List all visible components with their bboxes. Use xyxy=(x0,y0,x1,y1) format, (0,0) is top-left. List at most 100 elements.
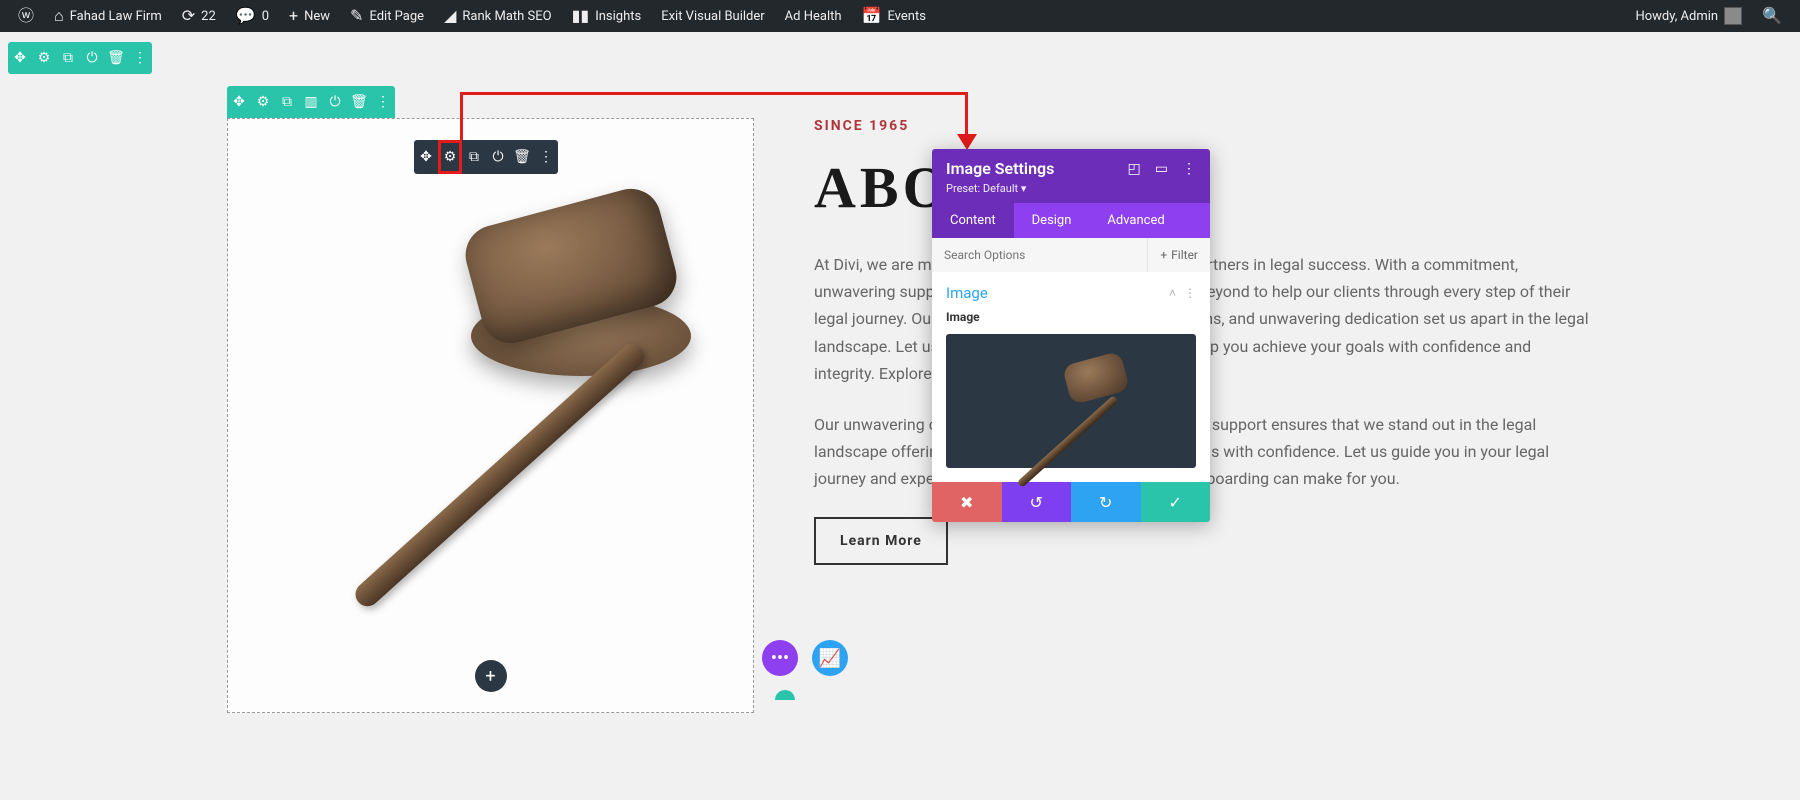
thumb-gavel-handle xyxy=(1017,395,1119,488)
new-label: New xyxy=(304,9,330,24)
options-search-input[interactable] xyxy=(932,238,1147,272)
builder-menu-fab[interactable]: ••• xyxy=(762,640,798,676)
row-duplicate-button[interactable]: ⧉ xyxy=(275,86,299,118)
add-module-button[interactable]: + xyxy=(475,660,507,692)
rank-math-menu[interactable]: ◢Rank Math SEO xyxy=(434,0,562,32)
edit-page-menu[interactable]: ✎Edit Page xyxy=(340,0,434,32)
layers-fab[interactable]: 📈 xyxy=(812,640,848,676)
gear-icon: ⚙ xyxy=(257,94,270,110)
section-toolbar: ✥ ⚙ ⧉ ⏻ 🗑 ⋮ xyxy=(8,42,152,74)
wordpress-icon: ⓦ xyxy=(18,8,34,24)
module-duplicate-button[interactable]: ⧉ xyxy=(462,140,486,174)
plus-icon: + xyxy=(289,8,298,24)
page-content: + SINCE 1965 ABOUT At Divi, we are more … xyxy=(227,86,1589,713)
section-more-button[interactable]: ⋮ xyxy=(128,42,152,74)
exit-visual-builder[interactable]: Exit Visual Builder xyxy=(651,0,774,32)
image-field-label: Image xyxy=(932,310,1210,324)
insights-menu[interactable]: ▮▮Insights xyxy=(562,0,652,32)
account-menu[interactable]: Howdy, Admin xyxy=(1625,0,1752,32)
annotation-arrow xyxy=(462,92,968,95)
module-power-button[interactable]: ⏻ xyxy=(486,140,510,174)
new-menu[interactable]: + New xyxy=(279,0,340,32)
more-icon: ⋮ xyxy=(539,149,553,165)
calendar-icon: 📅 xyxy=(862,8,882,24)
learn-more-button[interactable]: Learn More xyxy=(814,517,948,565)
panel-save-button[interactable]: ✓ xyxy=(1141,482,1211,522)
events-label: Events xyxy=(887,9,925,24)
updates-menu[interactable]: ⟳22 xyxy=(172,0,226,32)
plus-icon: + xyxy=(1160,248,1167,262)
row-power-button[interactable]: ⏻ xyxy=(323,86,347,118)
row-settings-button[interactable]: ⚙ xyxy=(251,86,275,118)
trash-icon: 🗑 xyxy=(513,149,531,165)
row-more-button[interactable]: ⋮ xyxy=(371,86,395,118)
image-section-header[interactable]: Image ˄ ⋮ xyxy=(932,272,1210,310)
module-settings-button[interactable]: ⚙ xyxy=(438,140,462,174)
image-section-label: Image xyxy=(946,284,988,302)
panel-tabs: Content Design Advanced xyxy=(932,203,1210,238)
ad-health-menu[interactable]: Ad Health xyxy=(775,0,852,32)
duplicate-icon: ⧉ xyxy=(63,50,73,66)
section-settings-button[interactable]: ⚙ xyxy=(32,42,56,74)
tab-design[interactable]: Design xyxy=(1014,203,1090,238)
undo-icon: ↺ xyxy=(1030,493,1043,512)
panel-snap-button[interactable]: ▭ xyxy=(1155,161,1168,177)
options-filter-button[interactable]: +Filter xyxy=(1147,238,1210,272)
admin-bar-right: Howdy, Admin 🔍 xyxy=(1625,0,1792,32)
panel-cancel-button[interactable]: ✖ xyxy=(932,482,1002,522)
search-toggle[interactable]: 🔍 xyxy=(1752,0,1792,32)
section-power-button[interactable]: ⏻ xyxy=(80,42,104,74)
module-move-handle[interactable]: ✥ xyxy=(414,140,438,174)
preset-label: Preset: Default xyxy=(946,182,1018,195)
duplicate-icon: ⧉ xyxy=(282,94,292,110)
preset-selector[interactable]: Preset: Default ▾ xyxy=(946,182,1196,195)
site-name-menu[interactable]: ⌂Fahad Law Firm xyxy=(44,0,172,32)
section-move-handle[interactable]: ✥ xyxy=(8,42,32,74)
wp-logo[interactable]: ⓦ xyxy=(8,0,44,32)
more-icon: ⋮ xyxy=(133,50,147,66)
panel-title: Image Settings xyxy=(946,159,1054,178)
redo-icon: ↻ xyxy=(1099,493,1112,512)
section-duplicate-button[interactable]: ⧉ xyxy=(56,42,80,74)
move-icon: ✥ xyxy=(420,149,432,165)
chart-icon: 📈 xyxy=(819,648,841,669)
power-icon: ⏻ xyxy=(492,149,503,165)
dots-icon: ••• xyxy=(771,648,789,669)
admin-bar-left: ⓦ ⌂Fahad Law Firm ⟳22 💬0 + New ✎Edit Page… xyxy=(8,0,936,32)
image-upload-preview[interactable] xyxy=(946,334,1196,468)
tab-advanced[interactable]: Advanced xyxy=(1089,203,1182,238)
pencil-icon: ✎ xyxy=(350,8,363,24)
annotation-arrow xyxy=(965,92,968,138)
comments-menu[interactable]: 💬0 xyxy=(226,0,279,32)
row-move-handle[interactable]: ✥ xyxy=(227,86,251,118)
panel-redo-button[interactable]: ↻ xyxy=(1071,482,1141,522)
thumb-gavel-head xyxy=(1062,351,1130,405)
ad-health-label: Ad Health xyxy=(785,9,842,24)
section-collapse-toggle[interactable]: ˄ xyxy=(1169,286,1176,300)
drag-icon: ▭ xyxy=(1155,161,1168,177)
panel-header[interactable]: Image Settings ◰ ▭ ⋮ Preset: Default ▾ xyxy=(932,149,1210,203)
image-settings-panel: Image Settings ◰ ▭ ⋮ Preset: Default ▾ C… xyxy=(932,149,1210,522)
row-columns-button[interactable]: ▥ xyxy=(299,86,323,118)
search-icon: 🔍 xyxy=(1762,8,1782,24)
options-search-row: +Filter xyxy=(932,238,1210,272)
gavel-image xyxy=(251,146,731,686)
section-more-button[interactable]: ⋮ xyxy=(1184,286,1196,300)
wp-admin-bar: ⓦ ⌂Fahad Law Firm ⟳22 💬0 + New ✎Edit Page… xyxy=(0,0,1800,32)
module-delete-button[interactable]: 🗑 xyxy=(510,140,534,174)
power-icon: ⏻ xyxy=(86,50,97,66)
module-more-button[interactable]: ⋮ xyxy=(534,140,558,174)
more-icon: ⋮ xyxy=(1184,286,1196,300)
annotation-arrow xyxy=(460,92,463,140)
tab-content[interactable]: Content xyxy=(932,203,1014,238)
panel-more-button[interactable]: ⋮ xyxy=(1182,161,1196,177)
image-module-box[interactable]: + xyxy=(227,118,754,713)
row-delete-button[interactable]: 🗑 xyxy=(347,86,371,118)
events-menu[interactable]: 📅 Events xyxy=(852,0,936,32)
gavel-handle-shape xyxy=(350,339,648,611)
panel-expand-button[interactable]: ◰ xyxy=(1128,161,1141,177)
panel-undo-button[interactable]: ↺ xyxy=(1002,482,1072,522)
panel-action-bar: ✖ ↺ ↻ ✓ xyxy=(932,482,1210,522)
trash-icon: 🗑 xyxy=(107,50,125,66)
section-delete-button[interactable]: 🗑 xyxy=(104,42,128,74)
